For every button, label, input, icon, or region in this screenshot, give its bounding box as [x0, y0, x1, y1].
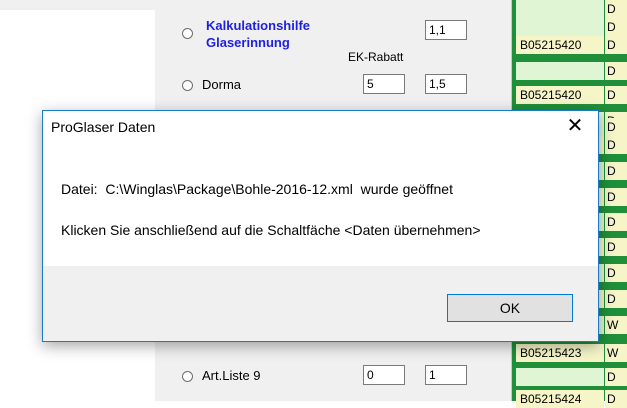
kalkulationshilfe-value-input[interactable]: 1,1 — [425, 20, 467, 40]
table-cell-code: B05215423 — [516, 344, 604, 362]
kalkulationshilfe-radio[interactable] — [182, 28, 193, 39]
dorma-value-input[interactable]: 1,5 — [425, 74, 467, 94]
artliste9-rabatt-input[interactable]: 0 — [363, 365, 405, 385]
table-row[interactable]: D — [512, 18, 627, 36]
table-cell-type: W — [605, 344, 627, 362]
table-row[interactable]: B05215424 D — [512, 390, 627, 408]
table-row[interactable]: B05215420 D — [512, 36, 627, 54]
proglaser-daten-dialog: ProGlaser Daten ✕ Datei: C:\Winglas\Pack… — [42, 110, 599, 342]
table-cell-code — [516, 18, 604, 36]
table-row[interactable]: D — [512, 62, 627, 80]
kalkulationshilfe-link-line1[interactable]: Kalkulationshilfe — [206, 19, 310, 33]
background-top-strip — [0, 0, 155, 10]
dialog-title: ProGlaser Daten — [51, 119, 156, 135]
table-cell-code — [516, 62, 604, 80]
table-cell-code: B05215420 — [516, 36, 604, 54]
dialog-titlebar[interactable]: ProGlaser Daten ✕ — [43, 111, 598, 143]
table-cell-type: W — [605, 316, 627, 334]
dorma-label: Dorma — [202, 77, 242, 92]
table-cell-code: B05215424 — [516, 390, 604, 408]
table-row[interactable]: B05215423 W — [512, 344, 627, 362]
table-row[interactable]: B05215420 D — [512, 86, 627, 104]
artliste9-label: Art.Liste 9 — [202, 368, 261, 383]
table-cell-type: D — [605, 213, 627, 231]
table-cell-type: D — [605, 136, 627, 154]
table-row[interactable]: D — [512, 368, 627, 386]
table-cell-code — [516, 0, 604, 18]
table-cell-type: D — [605, 0, 627, 18]
table-row[interactable]: D — [512, 0, 627, 18]
ek-rabatt-label: EK-Rabatt — [348, 50, 404, 64]
table-cell-code: B05215420 — [516, 86, 604, 104]
dialog-footer: OK — [43, 266, 598, 341]
ok-button[interactable]: OK — [447, 294, 573, 322]
dialog-message-instruction: Klicken Sie anschließend auf die Schaltf… — [61, 222, 481, 238]
table-cell-type: D — [605, 390, 627, 408]
table-cell-type: D — [605, 238, 627, 256]
artliste9-radio[interactable] — [182, 371, 193, 382]
table-cell-type: D — [605, 118, 627, 136]
table-cell-code — [516, 368, 604, 386]
kalkulationshilfe-link-line2[interactable]: Glaserinnung — [206, 36, 290, 50]
table-cell-type: D — [605, 36, 627, 54]
dorma-rabatt-input[interactable]: 5 — [363, 74, 405, 94]
dorma-radio[interactable] — [182, 80, 193, 91]
table-cell-type: D — [605, 18, 627, 36]
table-cell-type: D — [605, 62, 627, 80]
table-cell-type: D — [605, 264, 627, 282]
artliste9-value-input[interactable]: 1 — [425, 365, 467, 385]
table-cell-type: D — [605, 188, 627, 206]
table-cell-type: D — [605, 86, 627, 104]
table-cell-type: D — [605, 162, 627, 180]
close-icon[interactable]: ✕ — [552, 111, 598, 143]
dialog-message-file: Datei: C:\Winglas\Package\Bohle-2016-12.… — [61, 181, 453, 197]
table-cell-type: D — [605, 290, 627, 308]
table-cell-type: D — [605, 368, 627, 386]
